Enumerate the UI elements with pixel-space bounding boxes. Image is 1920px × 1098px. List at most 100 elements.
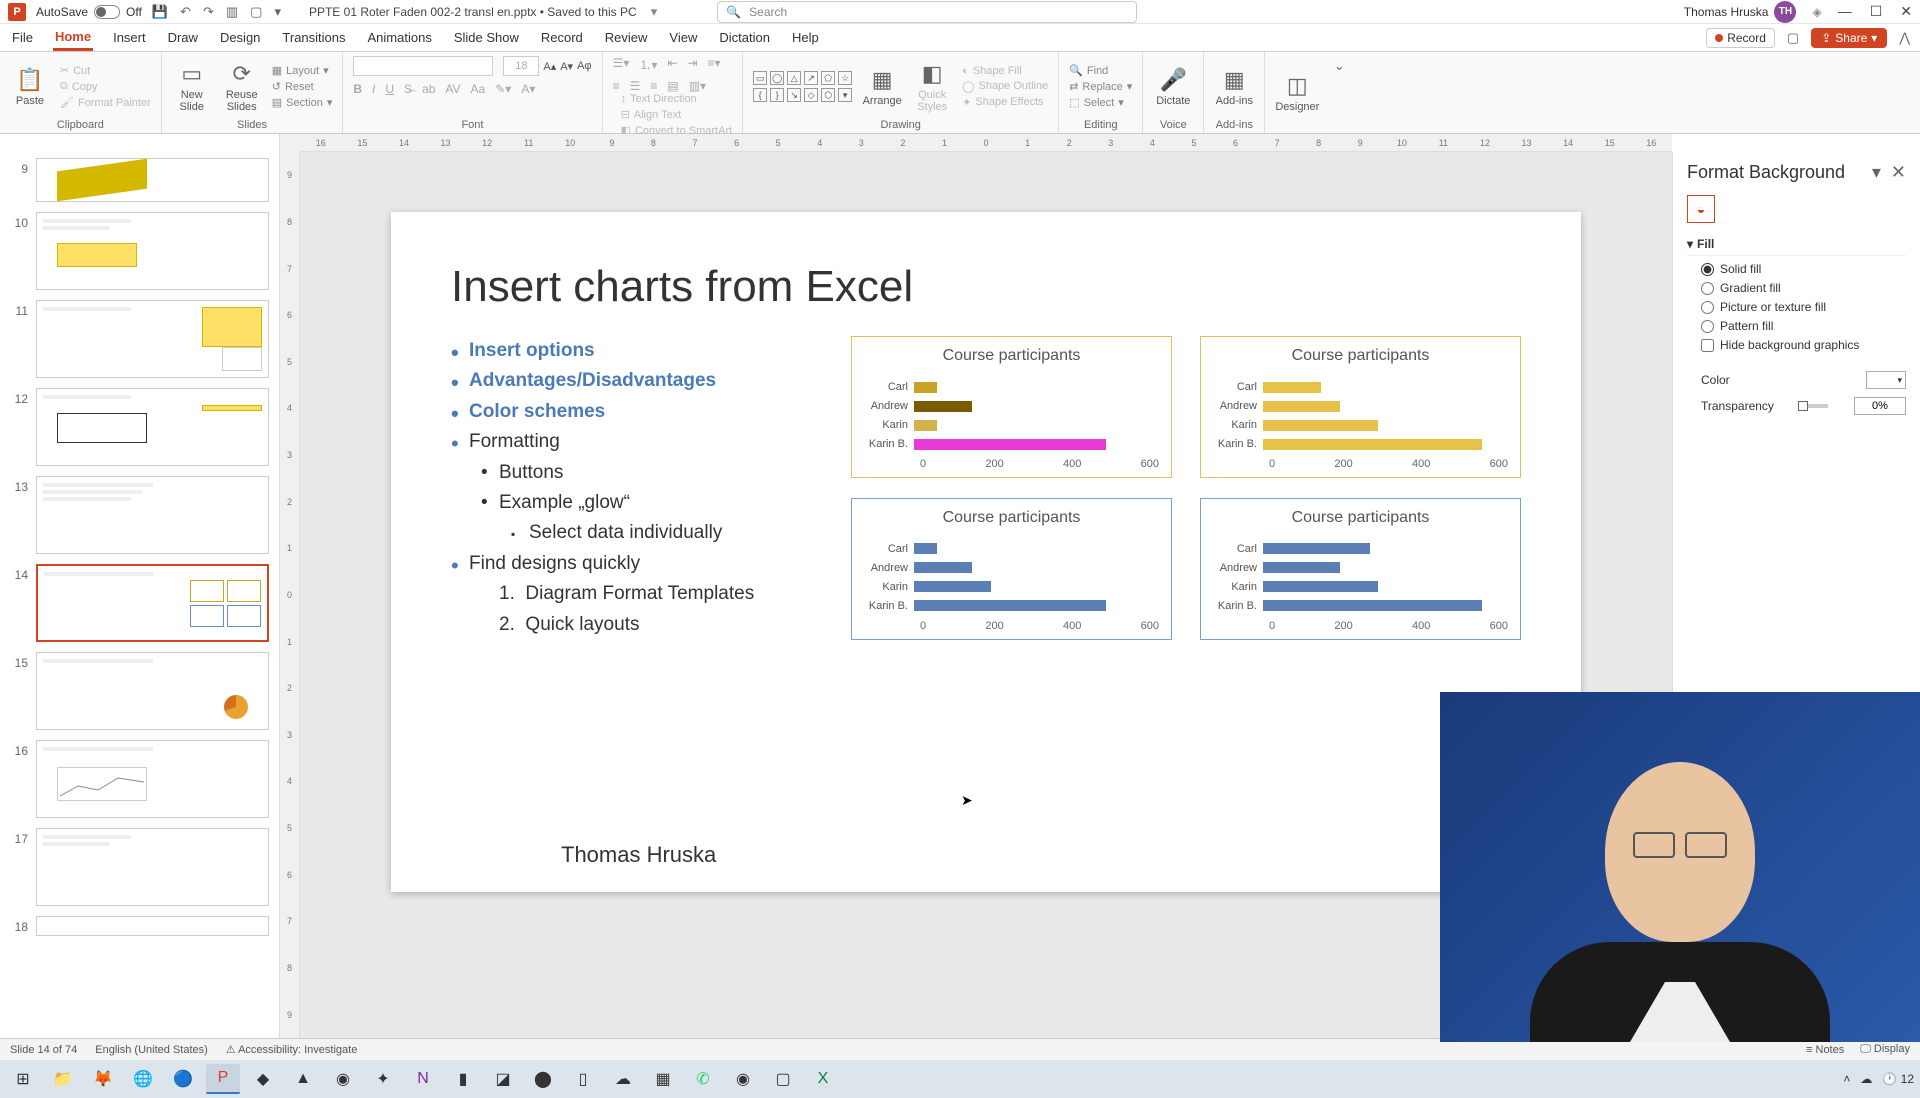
thumbnail-10[interactable] <box>36 212 269 290</box>
reset-button[interactable]: ↺Reset <box>272 80 333 93</box>
app-icon-8[interactable]: ◉ <box>726 1064 760 1094</box>
paste-button[interactable]: 📋 Paste <box>10 67 50 107</box>
chart-2[interactable]: Course participantsCarlAndrewKarinKarin … <box>1200 336 1521 478</box>
firefox-icon[interactable]: 🦊 <box>86 1064 120 1094</box>
shapes-gallery[interactable]: ▭◯△↗⬠☆ {}↘◇⬡▾ <box>753 71 852 102</box>
transparency-input[interactable] <box>1854 397 1906 415</box>
app-icon-4[interactable]: ▮ <box>446 1064 480 1094</box>
ribbon-collapse-icon[interactable]: ⌄ <box>1329 52 1349 133</box>
qat-overflow-icon[interactable]: ▾ <box>274 4 281 20</box>
thumbnail-16[interactable] <box>36 740 269 818</box>
tray-overflow-icon[interactable]: ˄ <box>1843 1072 1850 1086</box>
onenote-icon[interactable]: N <box>406 1064 440 1094</box>
tab-dictation[interactable]: Dictation <box>717 26 772 49</box>
tab-transitions[interactable]: Transitions <box>280 26 347 49</box>
tab-view[interactable]: View <box>667 26 699 49</box>
thumbnail-14[interactable] <box>36 564 269 642</box>
excel-icon[interactable]: X <box>806 1064 840 1094</box>
embedded-charts[interactable]: Course participantsCarlAndrewKarinKarin … <box>851 336 1521 640</box>
chart-1[interactable]: Course participantsCarlAndrewKarinKarin … <box>851 336 1172 478</box>
layout-button[interactable]: ▦Layout ▾ <box>272 64 333 77</box>
close-button[interactable]: ✕ <box>1900 3 1912 20</box>
language-indicator[interactable]: English (United States) <box>95 1044 208 1056</box>
vlc-icon[interactable]: ▲ <box>286 1064 320 1094</box>
toggle-icon[interactable] <box>94 5 120 19</box>
transparency-slider[interactable] <box>1800 404 1828 408</box>
tab-animations[interactable]: Animations <box>366 26 434 49</box>
tab-review[interactable]: Review <box>603 26 650 49</box>
slide-thumbnails[interactable]: 9 10 11 12 13 14 15 16 17 18 <box>0 152 280 1038</box>
app-icon-2[interactable]: ◉ <box>326 1064 360 1094</box>
app-icon-5[interactable]: ◪ <box>486 1064 520 1094</box>
replace-button[interactable]: ⇄Replace ▾ <box>1069 80 1132 93</box>
thumbnail-12[interactable] <box>36 388 269 466</box>
color-picker[interactable]: ▾ <box>1866 371 1906 389</box>
app-icon-6[interactable]: ☁ <box>606 1064 640 1094</box>
pane-close-icon[interactable]: ✕ <box>1891 162 1906 183</box>
chart-3[interactable]: Course participantsCarlAndrewKarinKarin … <box>851 498 1172 640</box>
slide-canvas[interactable]: Insert charts from Excel Insert options … <box>391 212 1581 892</box>
whatsapp-icon[interactable]: ✆ <box>686 1064 720 1094</box>
thumbnail-9[interactable] <box>36 158 269 202</box>
pattern-fill-radio[interactable]: Pattern fill <box>1701 319 1906 333</box>
collapse-ribbon-icon[interactable]: ⋀ <box>1899 30 1910 46</box>
edge-icon[interactable]: 🔵 <box>166 1064 200 1094</box>
notepad-icon[interactable]: ▯ <box>566 1064 600 1094</box>
search-input[interactable]: 🔍 Search <box>717 1 1137 23</box>
chart-4[interactable]: Course participantsCarlAndrewKarinKarin … <box>1200 498 1521 640</box>
save-icon[interactable]: 💾 <box>152 4 168 20</box>
tab-slideshow[interactable]: Slide Show <box>452 26 521 49</box>
gradient-fill-radio[interactable]: Gradient fill <box>1701 281 1906 295</box>
tab-home[interactable]: Home <box>53 25 93 51</box>
chrome-icon[interactable]: 🌐 <box>126 1064 160 1094</box>
tab-record[interactable]: Record <box>539 26 585 49</box>
solid-fill-radio[interactable]: Solid fill <box>1701 262 1906 276</box>
thumbnail-18[interactable] <box>36 916 269 936</box>
obs-icon[interactable]: ⬤ <box>526 1064 560 1094</box>
find-button[interactable]: 🔍Find <box>1069 64 1132 77</box>
user-account[interactable]: Thomas Hruska TH <box>1684 1 1797 23</box>
redo-icon[interactable]: ↷ <box>203 4 214 20</box>
pane-options-icon[interactable]: ▾ <box>1872 162 1881 183</box>
app-icon-7[interactable]: ▦ <box>646 1064 680 1094</box>
thumbnail-15[interactable] <box>36 652 269 730</box>
autosave-toggle[interactable]: AutoSave Off <box>36 5 142 19</box>
app-icon-9[interactable]: ▢ <box>766 1064 800 1094</box>
slide-counter[interactable]: Slide 14 of 74 <box>10 1044 77 1056</box>
tab-help[interactable]: Help <box>790 26 821 49</box>
file-explorer-icon[interactable]: 📁 <box>46 1064 80 1094</box>
fill-tab-icon[interactable]: ◒ <box>1687 195 1715 223</box>
clock[interactable]: 🕐 12 <box>1882 1072 1914 1086</box>
tab-insert[interactable]: Insert <box>111 26 148 49</box>
hide-bg-checkbox[interactable]: Hide background graphics <box>1701 338 1906 352</box>
title-dropdown-icon[interactable]: ▾ <box>651 4 658 20</box>
addins-button[interactable]: ▦Add-ins <box>1214 67 1254 107</box>
reuse-slides-button[interactable]: ⟳Reuse Slides <box>222 61 262 113</box>
thumbnail-17[interactable] <box>36 828 269 906</box>
select-button[interactable]: ⬚Select ▾ <box>1069 96 1132 109</box>
minimize-button[interactable]: — <box>1838 3 1852 20</box>
powerpoint-task-icon[interactable]: P <box>206 1064 240 1094</box>
share-button[interactable]: ⇪ Share ▾ <box>1811 28 1887 48</box>
record-button[interactable]: Record <box>1706 28 1775 48</box>
slide-text-content[interactable]: Insert options Advantages/Disadvantages … <box>451 336 811 640</box>
dictate-button[interactable]: 🎤Dictate <box>1153 67 1193 107</box>
app-icon[interactable]: ◆ <box>246 1064 280 1094</box>
section-button[interactable]: ▤Section ▾ <box>272 96 333 109</box>
picture-fill-radio[interactable]: Picture or texture fill <box>1701 300 1906 314</box>
notes-button[interactable]: ≡ Notes <box>1806 1044 1844 1056</box>
present-share-icon[interactable]: ▢ <box>1787 30 1799 46</box>
present-icon[interactable]: ▢ <box>250 4 262 20</box>
designer-button[interactable]: ◫Designer <box>1275 73 1319 113</box>
app-icon-3[interactable]: ✦ <box>366 1064 400 1094</box>
from-beginning-icon[interactable]: ▥ <box>226 4 238 20</box>
undo-icon[interactable]: ↶ <box>180 4 191 20</box>
tab-file[interactable]: File <box>10 26 35 49</box>
weather-icon[interactable]: ☁ <box>1860 1072 1872 1086</box>
display-button[interactable]: 🖵 Display <box>1860 1043 1910 1056</box>
tab-draw[interactable]: Draw <box>166 26 200 49</box>
maximize-button[interactable]: ☐ <box>1870 3 1883 20</box>
coming-soon-icon[interactable]: ◈ <box>1812 5 1821 19</box>
fill-section-header[interactable]: ▾Fill <box>1687 233 1906 256</box>
tab-design[interactable]: Design <box>218 26 262 49</box>
